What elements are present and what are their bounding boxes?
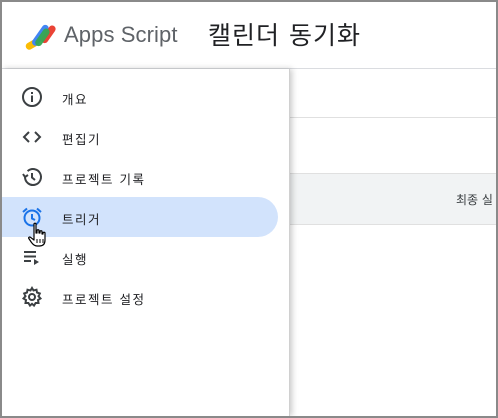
gear-icon [21, 286, 43, 308]
column-header-last-run[interactable]: 최종 실 [456, 191, 493, 208]
sidebar-item-overview[interactable]: 개요 [2, 77, 278, 117]
history-icon [22, 168, 42, 186]
app-name: Apps Script [64, 22, 178, 47]
info-icon [22, 87, 42, 107]
sidebar-item-project-settings[interactable]: 프로젝트 설정 [2, 277, 278, 317]
hand-pointer-cursor-icon [28, 222, 46, 247]
sidebar-item-editor[interactable]: 편집기 [2, 117, 278, 157]
executions-list-icon [24, 251, 39, 265]
app-window: Apps Script 캘린더 동기화 최종 실 개요 편집기 프로젝트 기록 … [0, 0, 498, 418]
sidebar-item-label: 편집기 [62, 132, 102, 147]
sidebar-item-project-history[interactable]: 프로젝트 기록 [2, 157, 278, 197]
code-icon [22, 131, 42, 143]
sidebar-item-label: 실행 [62, 252, 89, 267]
apps-script-logo-icon[interactable] [24, 20, 58, 52]
top-bar: Apps Script 캘린더 동기화 [2, 2, 496, 69]
sidebar-item-label: 프로젝트 기록 [62, 172, 146, 187]
sidebar-item-label: 트리거 [62, 212, 102, 227]
sidebar-item-label: 개요 [62, 92, 89, 107]
project-title[interactable]: 캘린더 동기화 [208, 16, 361, 52]
sidebar-item-label: 프로젝트 설정 [62, 292, 146, 307]
